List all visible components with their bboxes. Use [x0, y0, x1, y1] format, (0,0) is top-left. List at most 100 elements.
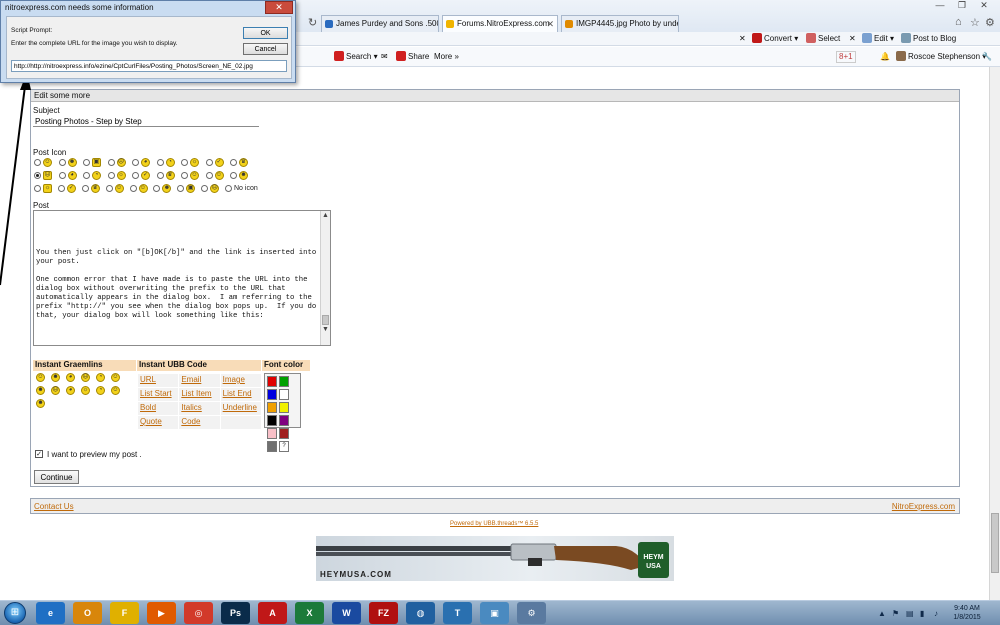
taskbar-app-icon[interactable]: A [258, 602, 287, 624]
post-icon-option[interactable]: ✓ [132, 170, 157, 182]
graemlin-icon[interactable]: ☺ [111, 386, 120, 395]
taskbar-app-icon[interactable]: e [36, 602, 65, 624]
post-icon-option[interactable]: ♛ [81, 183, 106, 195]
post-icon-option[interactable]: ☹ [107, 157, 133, 169]
post-icon-option[interactable]: ▣ [83, 157, 108, 169]
radio-button[interactable] [205, 159, 213, 166]
graemlin-icon[interactable]: ◔ [96, 386, 105, 395]
radio-button[interactable] [205, 172, 213, 179]
radio-button[interactable] [177, 185, 185, 192]
color-swatch[interactable] [267, 376, 277, 387]
command-close-icon[interactable]: ✕ [739, 33, 746, 45]
graemlin-icon[interactable]: ☻ [36, 399, 45, 408]
post-icon-option[interactable]: ◕ [132, 157, 157, 169]
post-scrollbar[interactable]: ▲ ▼ [320, 211, 330, 345]
graemlin-icon[interactable]: ☺ [36, 373, 45, 382]
refresh-icon[interactable]: ↻ [308, 16, 317, 29]
color-swatch[interactable] [267, 428, 277, 439]
radio-button[interactable] [181, 172, 188, 179]
graemlin-icon[interactable]: ◔ [96, 373, 105, 382]
favorites-star-icon[interactable]: ☆ [970, 16, 980, 29]
bell-icon[interactable]: 🔔 [880, 51, 890, 63]
scroll-up-icon[interactable]: ▲ [321, 211, 330, 221]
radio-button[interactable] [57, 185, 65, 192]
minimize-icon[interactable]: — [930, 0, 950, 12]
taskbar-app-icon[interactable]: ▶ [147, 602, 176, 624]
radio-button[interactable] [132, 172, 139, 179]
contact-us-link[interactable]: Contact Us [34, 502, 74, 511]
start-button[interactable]: ⊞ [4, 602, 26, 624]
volume-icon[interactable]: ♪ [934, 609, 938, 618]
ubb-code-link[interactable]: Email [181, 375, 201, 384]
ubb-code-link[interactable]: Bold [140, 403, 156, 412]
radio-button[interactable] [156, 172, 164, 179]
ubb-code-link[interactable]: Underline [223, 403, 257, 412]
heym-banner[interactable]: HEYMUSA.COM HEYM USA [316, 536, 674, 581]
radio-button[interactable] [83, 172, 90, 179]
radio-button[interactable] [156, 159, 164, 166]
page-scroll-thumb[interactable] [991, 513, 999, 573]
post-icon-option[interactable]: ☺ [181, 170, 206, 182]
radio-button[interactable] [107, 172, 115, 179]
user-menu[interactable]: Roscoe Stephenson ▾ [896, 51, 986, 63]
google-plus-button[interactable]: 8+1 [836, 51, 856, 63]
post-icon-option[interactable]: ☺ [105, 183, 130, 195]
radio-button[interactable] [105, 185, 113, 192]
preview-checkbox[interactable]: ✓ [35, 450, 43, 458]
color-swatch[interactable] [279, 376, 289, 387]
post-icon-option[interactable]: ☼ [34, 183, 58, 195]
taskbar-app-icon[interactable]: O [73, 602, 102, 624]
ubb-code-link[interactable]: Quote [140, 417, 162, 426]
taskbar-app-icon[interactable]: W [332, 602, 361, 624]
flag-icon[interactable]: ⚑ [892, 609, 899, 618]
radio-button[interactable] [225, 185, 232, 192]
page-scrollbar[interactable] [989, 67, 1000, 600]
taskbar-app-icon[interactable]: X [295, 602, 324, 624]
post-icon-option[interactable]: ☻ [153, 183, 177, 195]
radio-button[interactable] [107, 159, 115, 166]
wrench-icon[interactable]: 🔧 [982, 51, 992, 63]
radio-button[interactable] [58, 172, 66, 179]
convert-button[interactable]: Convert ▾ [752, 33, 798, 45]
edit-button[interactable]: Edit ▾ [862, 33, 894, 45]
taskbar-app-icon[interactable]: T [443, 602, 472, 624]
network-icon[interactable]: ▤ [906, 609, 914, 618]
radio-button[interactable] [230, 172, 237, 179]
graemlin-icon[interactable]: ☻ [51, 373, 60, 382]
radio-button[interactable] [129, 185, 137, 192]
post-icon-option[interactable]: ☹ [34, 170, 59, 182]
site-home-link[interactable]: NitroExpress.com [892, 502, 955, 511]
settings-gear-icon[interactable]: ⚙ [985, 16, 995, 29]
radio-button[interactable] [132, 159, 139, 166]
ubb-code-link[interactable]: Italics [181, 403, 201, 412]
browser-tab[interactable]: Forums.NitroExpress.com ✕ [442, 15, 558, 32]
powered-by-link[interactable]: Powered by UBB.threads™ 6.5.5 [450, 521, 538, 527]
post-icon-option[interactable]: ☻ [58, 157, 84, 169]
radio-button[interactable] [58, 159, 66, 166]
radio-button[interactable] [83, 159, 90, 166]
post-icon-option[interactable]: ♛ [156, 170, 182, 182]
color-help-icon[interactable]: ? [279, 441, 289, 452]
taskbar-app-icon[interactable]: FZ [369, 602, 398, 624]
scroll-thumb[interactable] [322, 315, 329, 325]
command-close-icon-2[interactable]: ✕ [849, 33, 856, 45]
home-icon[interactable]: ⌂ [955, 16, 962, 28]
color-swatch[interactable] [279, 428, 289, 439]
ubb-code-link[interactable]: Image [223, 375, 245, 384]
color-swatch[interactable] [279, 415, 289, 426]
post-icon-option-none[interactable]: No icon [225, 183, 264, 195]
select-button[interactable]: Select [806, 33, 840, 45]
graemlin-icon[interactable]: ☼ [81, 386, 90, 395]
restore-icon[interactable]: ❐ [952, 0, 972, 12]
taskbar-app-icon[interactable]: ⚙ [517, 602, 546, 624]
tab-close-icon[interactable]: ✕ [546, 16, 554, 32]
share-button[interactable]: Share [396, 51, 429, 63]
graemlin-icon[interactable]: ☹ [81, 373, 90, 382]
post-icon-option[interactable]: ☼ [107, 170, 133, 182]
ubb-code-link[interactable]: List End [223, 389, 252, 398]
ubb-code-link[interactable]: Code [181, 417, 200, 426]
radio-button[interactable] [230, 159, 237, 166]
mail-icon[interactable]: ✉ [381, 51, 388, 63]
color-swatch[interactable] [267, 402, 277, 413]
post-icon-option[interactable]: ☺ [129, 183, 154, 195]
